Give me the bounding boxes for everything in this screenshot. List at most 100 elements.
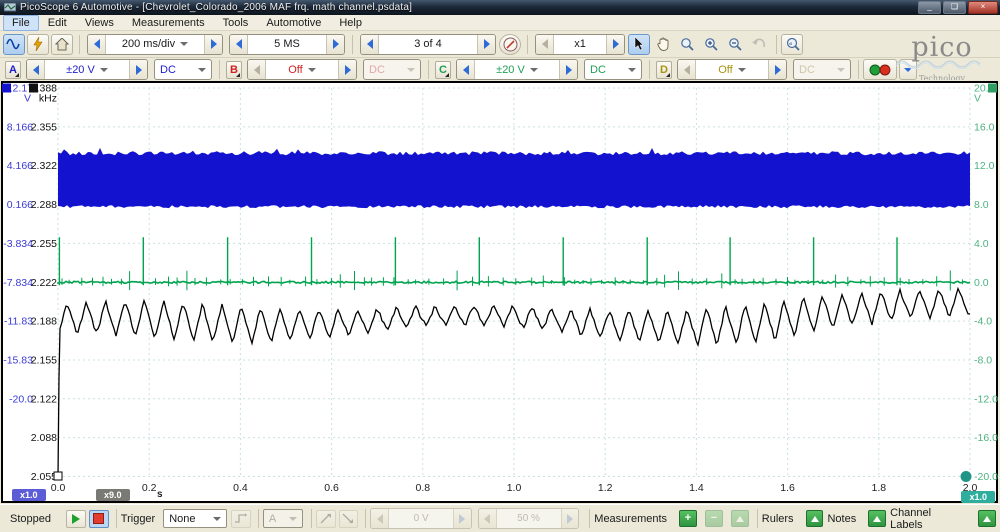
timebase-prev-button[interactable] bbox=[88, 35, 105, 54]
channel-c-range-down[interactable] bbox=[457, 60, 474, 79]
maximize-button[interactable]: ❏ bbox=[943, 1, 966, 14]
left-arrow-icon bbox=[377, 514, 383, 524]
undo-zoom-button[interactable] bbox=[748, 34, 770, 55]
cursor-arrow-icon bbox=[634, 37, 644, 51]
menu-measurements[interactable]: Measurements bbox=[123, 15, 214, 31]
svg-text:-20.0: -20.0 bbox=[9, 393, 33, 405]
channel-d-coupling[interactable]: DC bbox=[793, 59, 851, 80]
remove-measurement-button[interactable]: − bbox=[705, 510, 723, 527]
channel-toolbar: A ±20 V DC B Off DC C ±20 V DC bbox=[0, 58, 1000, 81]
channel-c-button[interactable]: C bbox=[435, 61, 451, 79]
pointer-tool-button[interactable] bbox=[628, 34, 650, 55]
menu-automotive[interactable]: Automotive bbox=[257, 15, 330, 31]
notes-button[interactable] bbox=[868, 510, 886, 527]
buffer-prev-button[interactable] bbox=[361, 35, 378, 54]
svg-text:-20.0: -20.0 bbox=[974, 471, 998, 483]
home-button[interactable] bbox=[51, 34, 73, 55]
trigger-level-down[interactable] bbox=[371, 509, 388, 528]
svg-text:0.0: 0.0 bbox=[974, 277, 989, 289]
pan-tool-button[interactable] bbox=[652, 34, 674, 55]
channel-b-button[interactable]: B bbox=[226, 61, 242, 79]
channel-c-ground-marker[interactable] bbox=[961, 471, 972, 482]
samples-next-button[interactable] bbox=[327, 35, 344, 54]
samples-value[interactable]: 5 MS bbox=[247, 35, 327, 54]
channel-a-button[interactable]: A bbox=[5, 61, 21, 79]
trigger-source-dropdown[interactable]: A bbox=[263, 509, 303, 528]
stop-button[interactable] bbox=[89, 510, 109, 528]
channel-c-axis-marker[interactable] bbox=[988, 84, 997, 93]
status-bar: Stopped Trigger None A 0 V 50 % bbox=[0, 504, 1000, 532]
channel-d-range-down[interactable] bbox=[678, 60, 695, 79]
rising-edge-button[interactable] bbox=[316, 510, 336, 528]
trigger-level-control: 0 V bbox=[370, 508, 471, 529]
waveform-plot[interactable]: 12.178.1664.1660.166-3.834-7.834-11.83-1… bbox=[0, 80, 1000, 504]
svg-text:-8.0: -8.0 bbox=[974, 354, 992, 366]
channel-d-range-up[interactable] bbox=[769, 60, 786, 79]
pico-brand-text: pico bbox=[892, 36, 992, 60]
zoom-overview-button[interactable]: « bbox=[781, 34, 803, 55]
chevron-down-icon bbox=[530, 68, 538, 72]
channel-labels-button[interactable] bbox=[978, 510, 996, 527]
menu-edit[interactable]: Edit bbox=[39, 15, 76, 31]
channel-c-range-up[interactable] bbox=[560, 60, 577, 79]
channel-a-range-up[interactable] bbox=[130, 60, 147, 79]
rulers-button[interactable] bbox=[806, 510, 824, 527]
svg-text:1.6: 1.6 bbox=[780, 482, 795, 494]
scope-view-button[interactable] bbox=[3, 34, 25, 55]
menu-help[interactable]: Help bbox=[330, 15, 371, 31]
x-scale-badge-right[interactable]: x1.0 bbox=[961, 491, 995, 503]
toolbar-separator bbox=[79, 35, 80, 54]
menu-file[interactable]: File bbox=[3, 15, 39, 31]
trigger-mode-dropdown[interactable]: None bbox=[163, 509, 227, 528]
channel-a-axis-marker[interactable] bbox=[2, 84, 11, 93]
menu-tools[interactable]: Tools bbox=[214, 15, 258, 31]
axis-channel-a: 12.178.1664.1660.166-3.834-7.834-11.83-1… bbox=[3, 83, 33, 406]
x-scale-badge-gray[interactable]: x9.0 bbox=[96, 489, 130, 501]
zoom-prev-button[interactable] bbox=[536, 35, 553, 54]
advanced-trigger-button[interactable] bbox=[231, 510, 251, 528]
svg-text:8.0: 8.0 bbox=[974, 199, 989, 211]
scope-display[interactable]: 12.178.1664.1660.166-3.834-7.834-11.83-1… bbox=[0, 80, 1000, 504]
zoom-out-button[interactable] bbox=[724, 34, 746, 55]
play-icon bbox=[72, 514, 80, 524]
channel-c-coupling[interactable]: DC bbox=[584, 59, 642, 80]
minimize-button[interactable]: _ bbox=[918, 1, 941, 14]
trigger-level-up[interactable] bbox=[454, 509, 471, 528]
channel-b-range-up[interactable] bbox=[339, 60, 356, 79]
close-button[interactable]: × bbox=[968, 1, 998, 14]
channel-a-coupling[interactable]: DC bbox=[154, 59, 212, 80]
menu-views[interactable]: Views bbox=[76, 15, 123, 31]
marquee-zoom-button[interactable] bbox=[676, 34, 698, 55]
add-measurement-button[interactable]: + bbox=[679, 510, 697, 527]
channel-b-range-down[interactable] bbox=[248, 60, 265, 79]
channel-b-range[interactable]: Off bbox=[265, 60, 339, 79]
channel-a-range[interactable]: ±20 V bbox=[44, 60, 130, 79]
pretrigger-down[interactable] bbox=[479, 509, 496, 528]
zoom-factor-value[interactable]: x1 bbox=[553, 35, 607, 54]
channel-d-button[interactable]: D bbox=[656, 61, 672, 79]
pretrigger-value[interactable]: 50 % bbox=[496, 509, 562, 528]
pretrigger-up[interactable] bbox=[562, 509, 579, 528]
falling-edge-button[interactable] bbox=[339, 510, 359, 528]
channel-a-range-down[interactable] bbox=[27, 60, 44, 79]
channel-d-range[interactable]: Off bbox=[695, 60, 769, 79]
edit-measurement-button[interactable] bbox=[731, 510, 749, 527]
right-arrow-icon bbox=[484, 39, 490, 49]
trigger-level-value[interactable]: 0 V bbox=[388, 509, 454, 528]
timebase-next-button[interactable] bbox=[205, 35, 222, 54]
buffer-next-button[interactable] bbox=[478, 35, 495, 54]
samples-prev-button[interactable] bbox=[230, 35, 247, 54]
channel-b-coupling[interactable]: DC bbox=[363, 59, 421, 80]
channel-c-range[interactable]: ±20 V bbox=[474, 60, 560, 79]
connect-device-button[interactable] bbox=[27, 34, 49, 55]
zoom-in-button[interactable] bbox=[700, 34, 722, 55]
start-button[interactable] bbox=[66, 510, 86, 528]
zoom-next-button[interactable] bbox=[607, 35, 624, 54]
timebase-value[interactable]: 200 ms/div bbox=[105, 35, 205, 54]
buffer-overview-button[interactable] bbox=[499, 34, 521, 55]
trace-start-handle[interactable] bbox=[54, 472, 62, 480]
x-scale-badge-blue[interactable]: x1.0 bbox=[12, 489, 46, 501]
math-axis-marker[interactable] bbox=[29, 84, 38, 93]
trigger-mode-text: None bbox=[169, 513, 195, 525]
left-arrow-icon bbox=[367, 39, 373, 49]
